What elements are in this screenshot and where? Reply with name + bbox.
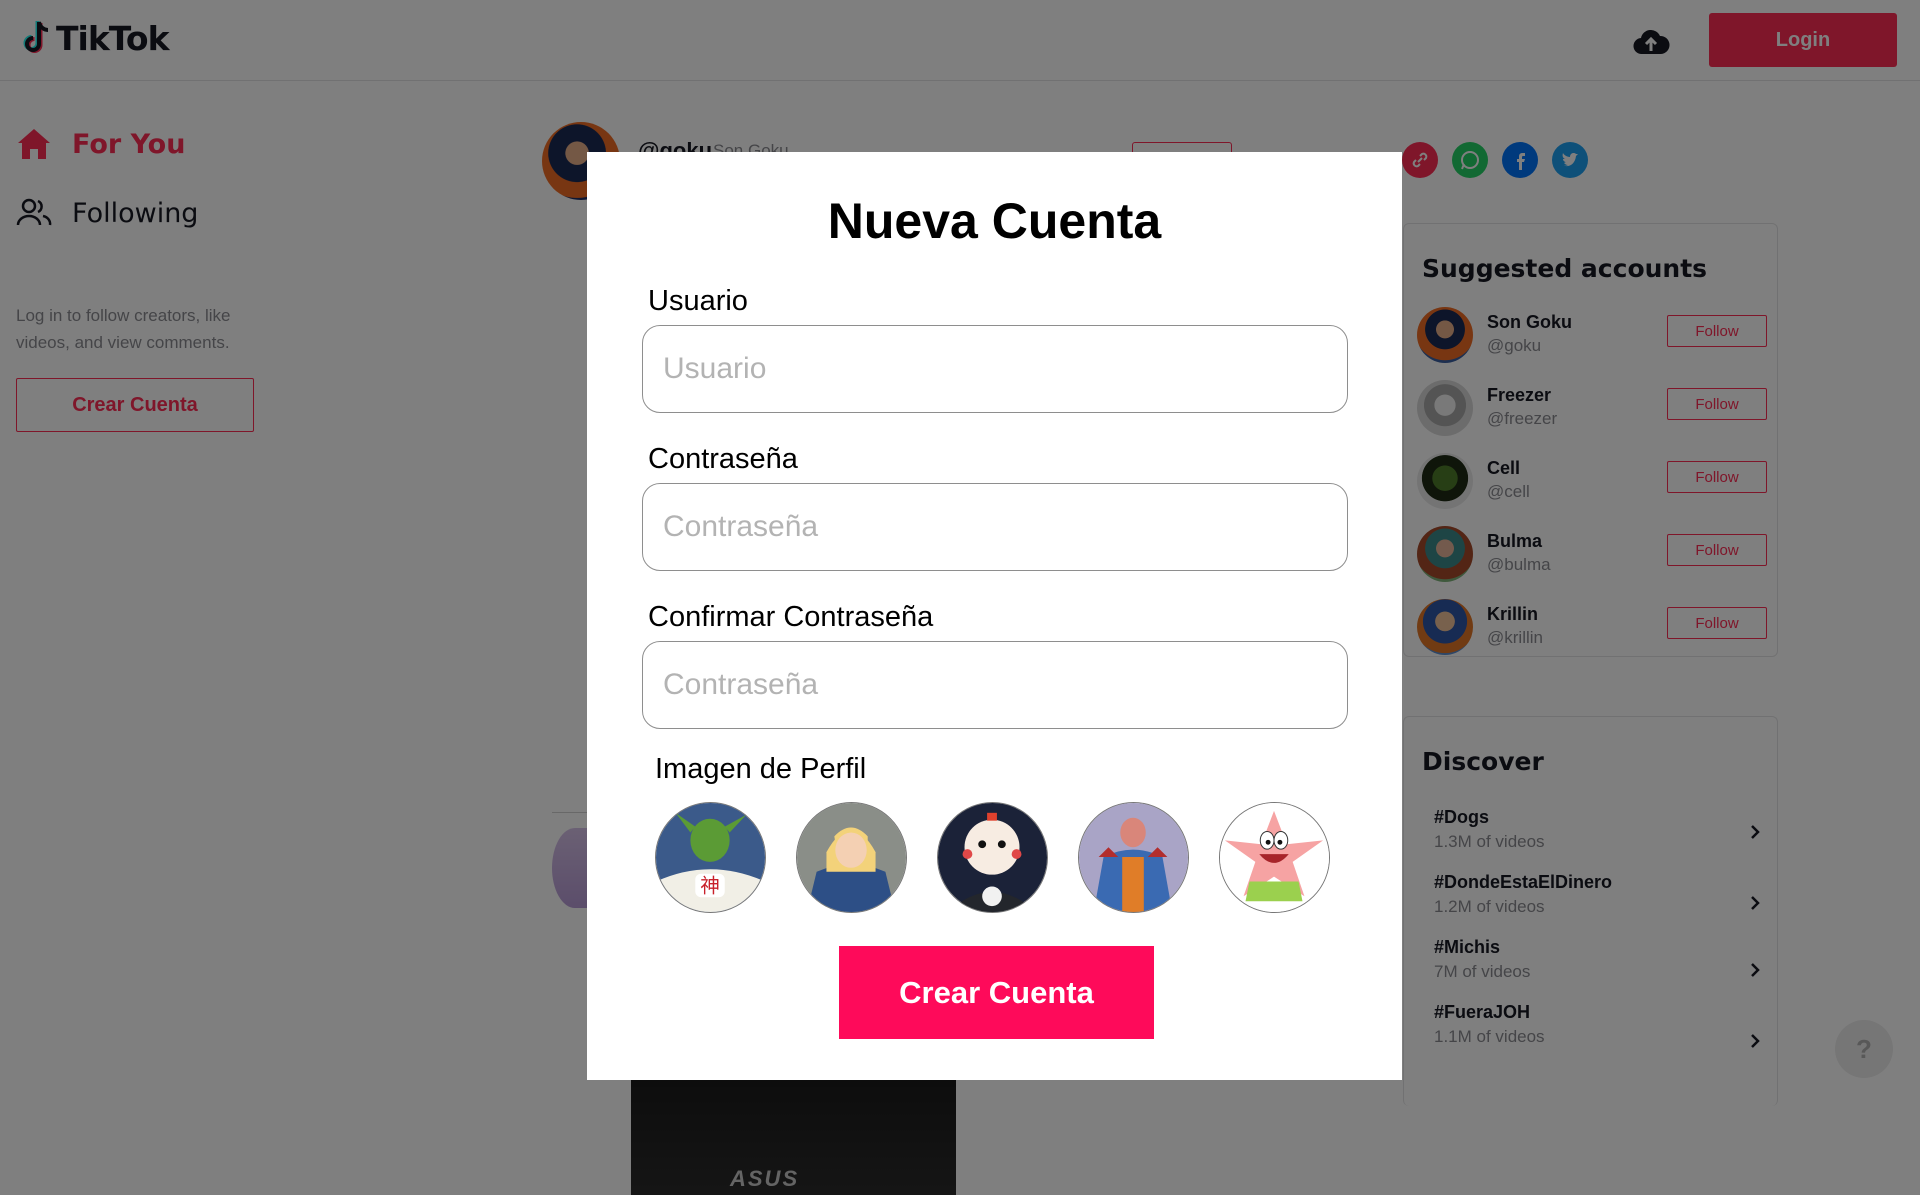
android-18-avatar[interactable] (796, 802, 907, 913)
password-label: Contraseña (648, 443, 798, 475)
username-input[interactable] (642, 325, 1348, 413)
profile-image-label: Imagen de Perfil (655, 753, 867, 785)
svg-text:神: 神 (700, 874, 720, 897)
confirm-password-input[interactable] (642, 641, 1348, 729)
password-input[interactable] (642, 483, 1348, 571)
chiaotzu-avatar[interactable] (937, 802, 1048, 913)
create-account-button[interactable]: Crear Cuenta (839, 946, 1154, 1039)
kami-avatar[interactable]: 神 (655, 802, 766, 913)
modal-title: Nueva Cuenta (827, 193, 1162, 249)
patrick-avatar[interactable] (1219, 802, 1330, 913)
dabura-avatar[interactable] (1078, 802, 1189, 913)
new-account-modal: Nueva Cuenta Usuario Contraseña Confirma… (587, 152, 1402, 1080)
username-label: Usuario (648, 285, 748, 317)
confirm-password-label: Confirmar Contraseña (648, 601, 934, 633)
